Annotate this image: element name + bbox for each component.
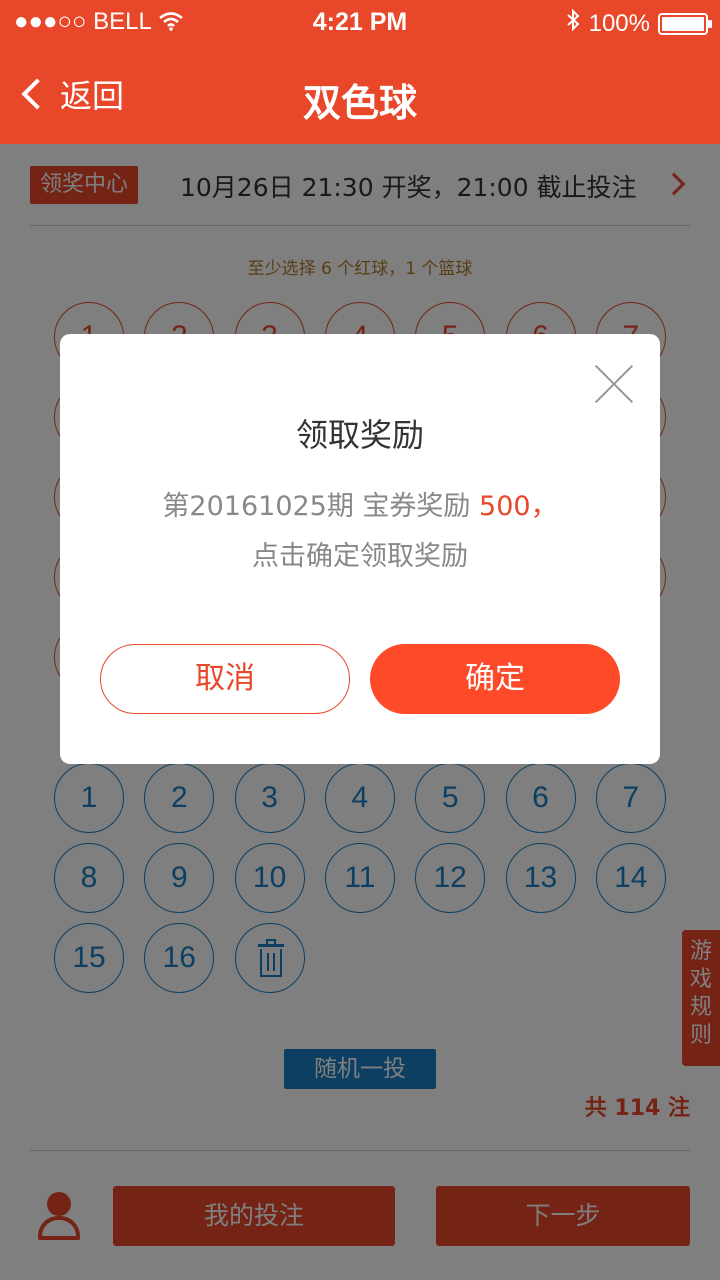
reward-dialog: 领取奖励 第20161025期 宝券奖励 500， 点击确定领取奖励 取消 确定 bbox=[60, 334, 660, 764]
cancel-button[interactable]: 取消 bbox=[100, 644, 350, 714]
dialog-message-line2: 点击确定领取奖励 bbox=[252, 541, 468, 572]
battery-fill bbox=[662, 16, 704, 31]
confirm-button[interactable]: 确定 bbox=[370, 644, 620, 714]
battery-icon bbox=[658, 12, 712, 35]
reward-amount: 500 bbox=[479, 491, 531, 522]
dialog-title: 领取奖励 bbox=[295, 416, 424, 454]
dialog-message-line1: 第20161025期 宝券奖励 500， bbox=[60, 482, 660, 532]
close-icon[interactable] bbox=[594, 364, 634, 404]
dialog-message-prefix: 第20161025期 宝券奖励 bbox=[162, 491, 480, 522]
bluetooth-icon bbox=[565, 8, 581, 39]
status-bar: ●●●○○ BELL 4:21 PM 100% bbox=[0, 0, 720, 44]
dialog-message-suffix: ， bbox=[530, 491, 558, 522]
dialog-message: 第20161025期 宝券奖励 500， 点击确定领取奖励 bbox=[60, 482, 660, 582]
battery-percent: 100% bbox=[588, 9, 650, 37]
nav-bar: 返回 双色球 bbox=[0, 44, 720, 144]
status-right: 100% bbox=[565, 8, 712, 39]
page-title: 双色球 bbox=[302, 81, 417, 125]
